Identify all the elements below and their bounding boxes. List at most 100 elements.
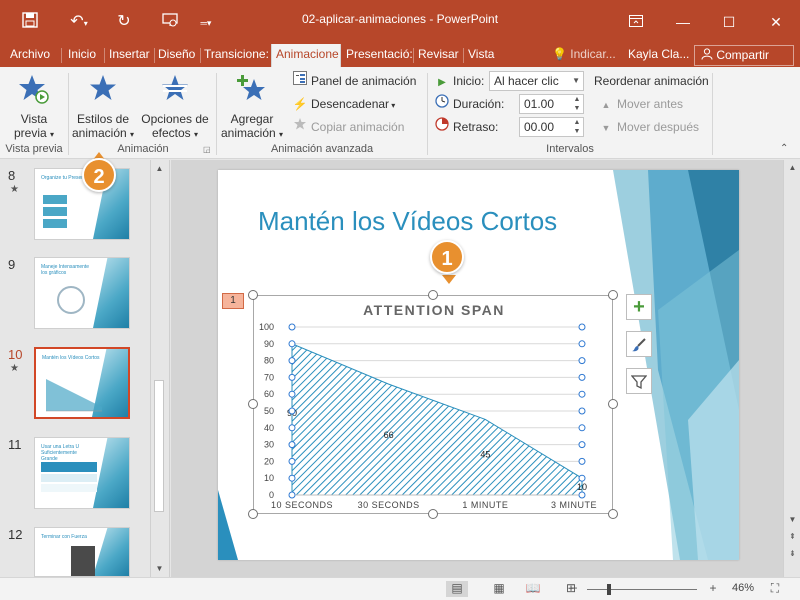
tab-home[interactable]: Inicio [64,44,104,67]
add-animation-label-2: animación ▾ [220,126,284,140]
chart-elements-plus-icon[interactable]: + [626,294,652,320]
thumbnail-scrollbar[interactable]: ▲ ▼ [150,160,167,577]
normal-view-icon[interactable]: ▤ [446,581,468,597]
series-point-handle[interactable] [288,491,296,499]
zoom-level[interactable]: 46% [732,582,754,594]
series-point-handle[interactable] [288,457,296,465]
slide-title[interactable]: Mantén los Vídeos Cortos [258,206,557,237]
series-point-handle[interactable] [578,491,586,499]
duration-input[interactable]: 01.00 ▲ ▼ [519,94,584,114]
previous-slide-icon[interactable]: ⇞ [784,529,800,544]
tab-slideshow[interactable]: Presentació: [342,44,412,67]
tab-animations[interactable]: Animacione [271,44,341,67]
trigger-label: Desencadenar [311,97,390,111]
fit-to-window-icon[interactable]: ⛶ [764,581,786,597]
delay-spinner[interactable]: ▲ ▼ [571,118,583,136]
animation-order-tag[interactable]: 1 [222,293,244,309]
chart-styles-brush-icon[interactable] [626,331,652,357]
copy-animation-button[interactable]: Copiar animación [292,117,404,137]
chart-object[interactable]: ATTENTION SPAN 90 66 45 10 0 10 20 30 40 50 60 70 8… [253,295,613,514]
series-point-handle[interactable] [288,407,296,415]
zoom-slider[interactable] [587,589,697,590]
scroll-thumb[interactable] [154,380,164,512]
scroll-up-icon[interactable]: ▲ [784,160,800,175]
resize-handle[interactable] [608,399,618,409]
share-button[interactable]: Compartir [694,45,794,66]
series-point-handle[interactable] [288,340,296,348]
tab-design[interactable]: Diseño [154,44,200,67]
resize-handle[interactable] [608,290,618,300]
series-point-handle[interactable] [578,340,586,348]
copy-animation-label: Copiar animación [311,120,405,134]
series-point-handle[interactable] [578,457,586,465]
scroll-up-icon[interactable]: ▲ [151,160,168,177]
tab-transitions[interactable]: Transicione: [200,44,270,67]
series-point-handle[interactable] [288,323,296,331]
series-point-handle[interactable] [578,407,586,415]
tell-me-box[interactable]: 💡 Indicar... [548,44,618,67]
tab-view[interactable]: Vista [464,44,504,67]
resize-handle[interactable] [248,399,258,409]
slide-thumbnail-12[interactable]: Terminar con Fuerza [34,527,130,577]
user-name[interactable]: Kayla Cla... [624,44,690,67]
series-point-handle[interactable] [288,390,296,398]
minimize-icon[interactable]: — [671,10,695,34]
dialog-launcher-icon[interactable]: ◲ [203,145,211,154]
series-point-handle[interactable] [288,474,296,482]
y-tick-label: 50 [264,406,274,416]
series-point-handle[interactable] [288,424,296,432]
trigger-button[interactable]: ⚡ Desencadenar ▾ [292,94,396,114]
scroll-down-icon[interactable]: ▼ [151,560,168,577]
animation-styles-button[interactable]: Estilos de animación ▾ [70,73,136,140]
slide-sorter-icon[interactable]: ▦ [488,581,510,597]
tab-file[interactable]: Archivo [6,44,58,67]
series-point-handle[interactable] [578,474,586,482]
series-point-handle[interactable] [578,323,586,331]
close-icon[interactable]: ✕ [764,10,788,34]
editor-scrollbar[interactable]: ▲ ▼ ⇞ ⇟ [783,160,800,577]
area-series[interactable] [291,343,583,496]
resize-handle[interactable] [248,509,258,519]
series-point-handle[interactable] [578,424,586,432]
current-slide[interactable]: Mantén los Vídeos Cortos 1 ATTENTION SPA… [218,170,739,560]
collapse-ribbon-icon[interactable]: ⌃ [780,143,788,154]
animation-pane-button[interactable]: Panel de animación [292,71,416,91]
resize-handle[interactable] [248,290,258,300]
start-dropdown[interactable]: Al hacer clic ▼ [489,71,584,91]
series-point-handle[interactable] [578,390,586,398]
resize-handle[interactable] [428,290,438,300]
slide-thumbnail-9[interactable]: Maneje Intensamente los gráficos [34,257,130,329]
slide-thumbnail-11[interactable]: Usar una Letra U Suficientemente Grande [34,437,130,509]
zoom-out-icon[interactable]: − [567,581,581,597]
maximize-icon[interactable]: ☐ [717,10,741,34]
series-point-handle[interactable] [578,357,586,365]
series-point-handle[interactable] [578,373,586,381]
slide-thumbnail-10[interactable]: Mantén los Vídeos Cortos [34,347,130,419]
reading-view-icon[interactable]: 📖 [522,581,544,597]
series-point-handle[interactable] [288,373,296,381]
add-animation-button[interactable]: Agregar animación ▾ [218,73,286,140]
duration-label: Duración: [453,97,505,111]
move-later-button[interactable]: ▼ Mover después [598,117,700,137]
preview-button[interactable]: Vista previa ▾ [6,73,62,140]
resize-handle[interactable] [428,509,438,519]
ribbon-display-icon[interactable] [624,10,648,34]
next-slide-icon[interactable]: ⇟ [784,546,800,561]
scroll-down-icon[interactable]: ▼ [784,512,800,527]
series-point-handle[interactable] [288,441,296,449]
series-point-handle[interactable] [578,441,586,449]
tab-insert[interactable]: Insertar [105,44,155,67]
chart-filters-funnel-icon[interactable] [626,368,652,394]
move-earlier-button[interactable]: ▲ Mover antes [598,94,684,114]
resize-handle[interactable] [608,509,618,519]
zoom-in-icon[interactable]: + [706,581,720,597]
tab-separator [61,48,62,63]
y-tick-label: 0 [269,490,274,500]
duration-spinner[interactable]: ▲ ▼ [571,95,583,113]
zoom-slider-knob[interactable] [607,584,611,595]
effect-options-button[interactable]: Opciones de efectos ▾ [140,73,210,140]
series-point-handle[interactable] [288,357,296,365]
thumb-chart [46,379,102,412]
tab-review[interactable]: Revisar [414,44,462,67]
delay-input[interactable]: 00.00 ▲ ▼ [519,117,584,137]
